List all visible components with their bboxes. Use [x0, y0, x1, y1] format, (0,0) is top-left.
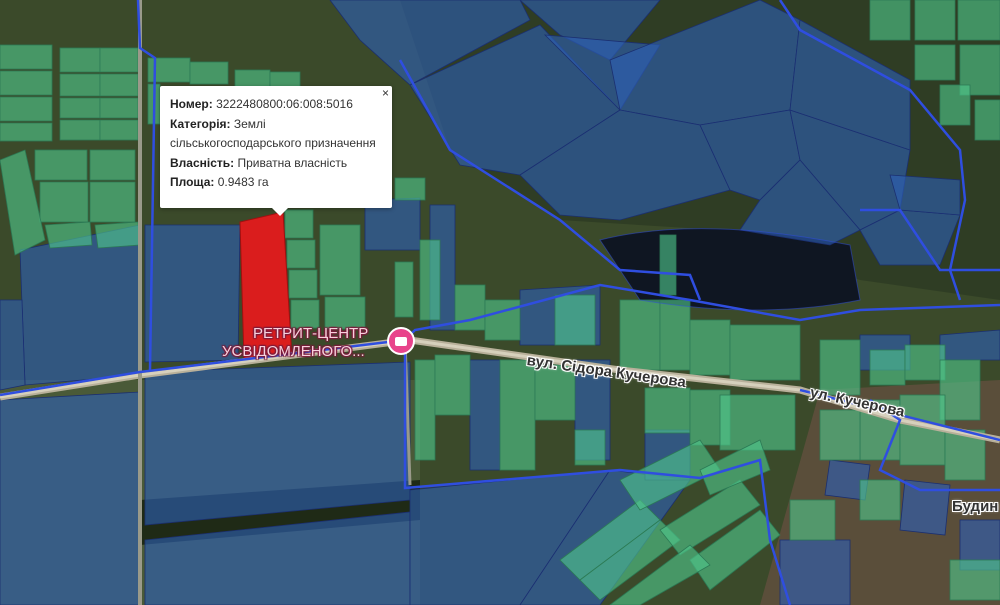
map-canvas[interactable]: [0, 0, 1000, 605]
poi-name-line2[interactable]: УСВІДОМЛЕНОГО...: [222, 343, 365, 360]
place-label: Будин: [952, 498, 999, 515]
close-icon[interactable]: ×: [382, 86, 389, 100]
bed-icon[interactable]: [387, 327, 415, 355]
parcel-category-value-line1: Землі: [233, 116, 266, 131]
parcel-category-label: Категорія:: [170, 116, 231, 131]
parcel-number-row: Номер: 3222480800:06:008:5016: [170, 95, 382, 115]
poi-name-line1[interactable]: РЕТРИТ-ЦЕНТР: [253, 325, 368, 342]
parcel-area-label: Площа:: [170, 175, 215, 189]
parcel-category-value-line2: сільськогосподарського призначення: [170, 136, 376, 150]
parcel-number-label: Номер:: [170, 97, 213, 111]
parcel-ownership-row: Власність: Приватна власність: [170, 154, 382, 174]
parcel-area-value: 0.9483 га: [217, 175, 269, 189]
parcel-ownership-value: Приватна власність: [237, 155, 348, 170]
parcel-info-popup: × Номер: 3222480800:06:008:5016 Категорі…: [160, 86, 392, 216]
parcel-ownership-label: Власність:: [170, 155, 235, 170]
parcel-category-row: Категорія: Землі: [170, 115, 382, 135]
parcel-number-value: 3222480800:06:008:5016: [216, 97, 353, 111]
parcel-area-row: Площа: 0.9483 га: [170, 173, 382, 193]
